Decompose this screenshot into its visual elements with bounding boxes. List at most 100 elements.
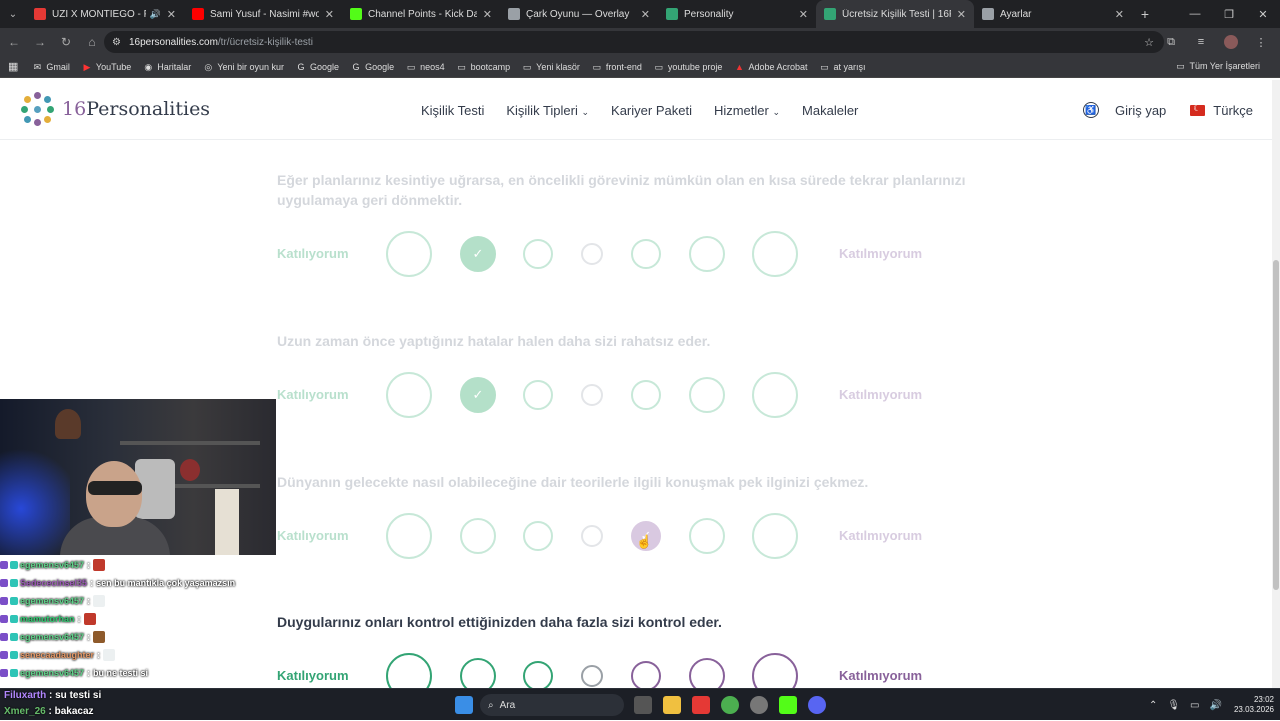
tab-close-icon[interactable]: ✕ xyxy=(799,8,808,21)
taskbar-search[interactable]: ⌕ Ara xyxy=(480,694,624,716)
tab-close-icon[interactable]: ✕ xyxy=(957,8,966,21)
bookmark-item[interactable]: ▭ bootcamp xyxy=(457,62,510,72)
chrome-icon[interactable] xyxy=(721,696,739,714)
folder-icon: ▭ xyxy=(654,61,664,72)
tab-favicon-icon xyxy=(192,8,204,20)
browser-tab[interactable]: Çark Oyunu — Overlay ✕ xyxy=(500,0,658,28)
address-bar[interactable]: ⚙ 16personalities.com/tr/ücretsiz-kişili… xyxy=(104,31,1164,53)
answer-option-4[interactable] xyxy=(581,665,603,687)
answer-option-3[interactable] xyxy=(523,239,553,269)
tab-audio-icon[interactable]: 🔊 xyxy=(150,9,161,20)
bookmark-item[interactable]: ▭ at yarışı xyxy=(819,62,865,72)
browser-tab[interactable]: Personality ✕ xyxy=(658,0,816,28)
answer-option-3[interactable] xyxy=(523,661,553,691)
answer-option-4[interactable] xyxy=(581,525,603,547)
close-window-icon[interactable]: ✕ xyxy=(1246,0,1280,28)
answer-option-3[interactable] xyxy=(523,521,553,551)
answer-option-2[interactable]: ✓ xyxy=(460,377,496,413)
home-icon[interactable]: ⌂ xyxy=(80,30,104,54)
system-clock[interactable]: 23:02 23.03.2026 xyxy=(1234,695,1274,715)
answer-option-6[interactable] xyxy=(689,236,725,272)
answer-option-7[interactable] xyxy=(752,231,798,277)
answer-option-6[interactable] xyxy=(689,377,725,413)
browser-tab[interactable]: Ayarlar ✕ xyxy=(974,0,1132,28)
answer-option-6[interactable] xyxy=(689,518,725,554)
browser-tab[interactable]: Ücretsiz Kişilik Testi | 16Person ✕ xyxy=(816,0,974,28)
turkey-flag-icon[interactable] xyxy=(1190,103,1206,116)
scrollbar-thumb[interactable] xyxy=(1273,260,1279,590)
tray-chevron-up-icon[interactable]: ⌃ xyxy=(1149,700,1157,711)
logo-dots-icon xyxy=(20,92,54,126)
restore-icon[interactable]: ❐ xyxy=(1212,0,1246,28)
answer-option-2[interactable]: ✓ xyxy=(460,236,496,272)
login-link[interactable]: Giriş yap xyxy=(1115,103,1166,118)
tab-close-icon[interactable]: ✕ xyxy=(1115,8,1124,21)
bookmark-item[interactable]: G Google xyxy=(351,62,395,72)
microphone-icon[interactable]: 🎙 xyxy=(1167,700,1180,711)
bookmark-item[interactable]: ▲ Adobe Acrobat xyxy=(734,62,808,72)
tab-close-icon[interactable]: ✕ xyxy=(483,8,492,21)
answer-option-5[interactable] xyxy=(631,380,661,410)
reload-icon[interactable]: ↻ xyxy=(54,30,78,54)
bookmark-item[interactable]: ▭ neos4 xyxy=(406,62,445,72)
answer-option-4[interactable] xyxy=(581,384,603,406)
tab-close-icon[interactable]: ✕ xyxy=(641,8,650,21)
forward-icon[interactable]: → xyxy=(28,30,52,54)
extensions-icon[interactable]: ⧉ xyxy=(1156,30,1186,54)
apps-grid-icon[interactable]: ▦ xyxy=(8,60,18,73)
display-icon[interactable]: ▭ xyxy=(1190,700,1199,711)
answer-option-4[interactable] xyxy=(581,243,603,265)
language-selector[interactable]: Türkçe xyxy=(1213,103,1253,118)
page-scrollbar[interactable] xyxy=(1272,80,1280,688)
bookmark-star-icon[interactable]: ☆ xyxy=(1144,36,1154,49)
bookmark-item[interactable]: ▭ youtube proje xyxy=(654,62,723,72)
menu-hizmetler[interactable]: Hizmetler ⌄ xyxy=(714,103,780,118)
accessibility-icon[interactable]: ♿ xyxy=(1083,102,1099,118)
bookmark-item[interactable]: ▭ Yeni klasör xyxy=(522,62,580,72)
bookmark-item[interactable]: ▭ front-end xyxy=(592,62,642,72)
browser-tab[interactable]: Channel Points - Kick Dashboa ✕ xyxy=(342,0,500,28)
minimize-icon[interactable]: — xyxy=(1178,0,1212,28)
answer-option-7[interactable] xyxy=(752,372,798,418)
bookmark-item[interactable]: ◎ Yeni bir oyun kur xyxy=(203,62,284,72)
bookmark-item[interactable]: ▶ YouTube xyxy=(82,62,131,72)
browser-tab[interactable]: Sami Yusuf - Nasimi #worldmu ✕ xyxy=(184,0,342,28)
answer-option-1[interactable] xyxy=(386,513,432,559)
file-explorer-icon[interactable] xyxy=(663,696,681,714)
back-icon[interactable]: ← xyxy=(2,30,26,54)
profile-avatar[interactable] xyxy=(1224,35,1238,49)
task-view-icon[interactable] xyxy=(634,696,652,714)
answer-option-3[interactable] xyxy=(523,380,553,410)
browser-menu-icon[interactable]: ⋮ xyxy=(1246,30,1276,54)
folder-icon: ▭ xyxy=(820,61,829,72)
chat-message: Xmer_26 : bakacaz xyxy=(0,704,276,720)
bookmark-item[interactable]: ◉ Haritalar xyxy=(143,62,191,72)
answer-option-1[interactable] xyxy=(386,372,432,418)
tab-search-chevron-icon[interactable]: ⌄ xyxy=(0,0,26,28)
bookmark-item[interactable]: G Google xyxy=(296,62,340,72)
media-app-icon[interactable] xyxy=(692,696,710,714)
menu-kisilik-testi[interactable]: Kişilik Testi xyxy=(421,103,484,118)
windows-start-icon[interactable] xyxy=(455,696,473,714)
answer-option-7[interactable] xyxy=(752,513,798,559)
kick-icon[interactable] xyxy=(779,696,797,714)
all-bookmarks-link[interactable]: ▭ Tüm Yer İşaretleri xyxy=(1175,61,1260,71)
answer-option-2[interactable] xyxy=(460,518,496,554)
menu-kariyer-paketi[interactable]: Kariyer Paketi xyxy=(611,103,692,118)
site-info-icon[interactable]: ⚙ xyxy=(112,37,121,48)
obs-icon[interactable] xyxy=(750,696,768,714)
tab-close-icon[interactable]: ✕ xyxy=(167,8,176,21)
bookmark-item[interactable]: ✉ Gmail xyxy=(32,62,70,72)
menu-kisilik-tipleri[interactable]: Kişilik Tipleri ⌄ xyxy=(506,103,589,118)
speaker-icon[interactable]: 🔊 xyxy=(1210,700,1222,711)
tab-close-icon[interactable]: ✕ xyxy=(325,8,334,21)
media-controls-icon[interactable]: ≡ xyxy=(1186,30,1216,54)
answer-option-5[interactable] xyxy=(631,239,661,269)
discord-icon[interactable] xyxy=(808,696,826,714)
menu-makaleler[interactable]: Makaleler xyxy=(802,103,858,118)
new-tab-button[interactable]: + xyxy=(1132,0,1158,28)
answer-option-1[interactable] xyxy=(386,231,432,277)
browser-tab[interactable]: UZI X MONTIEGO - PARA 🔊 ✕ xyxy=(26,0,184,28)
site-logo[interactable]: 16Personalities xyxy=(20,92,210,126)
answer-option-5[interactable] xyxy=(631,661,661,691)
